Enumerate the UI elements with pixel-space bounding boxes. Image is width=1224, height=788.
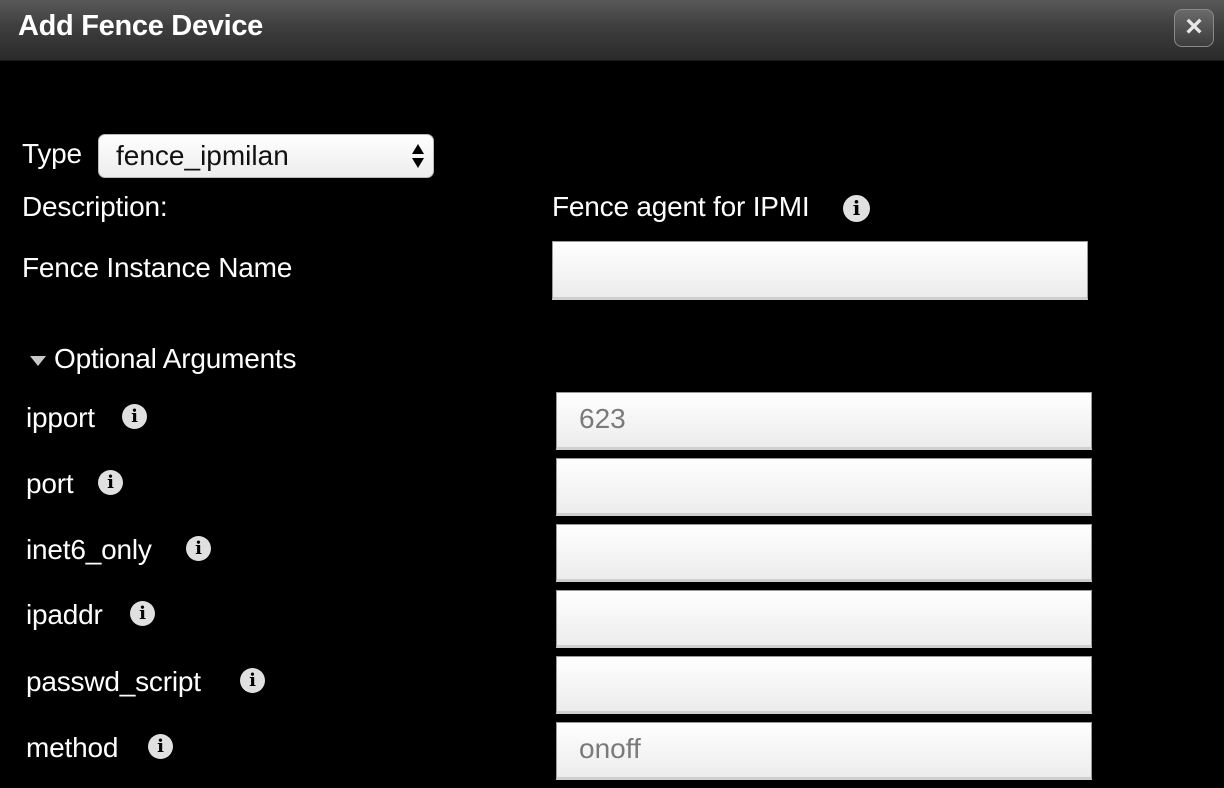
dialog-title: Add Fence Device [18, 10, 264, 42]
select-arrows-icon [412, 144, 424, 168]
method-info-icon[interactable]: i [148, 734, 173, 759]
instance-name-label: Fence Instance Name [22, 252, 293, 283]
ipaddr-info-icon[interactable]: i [130, 601, 155, 626]
close-icon: × [1185, 10, 1203, 43]
ipport-label: ipport [26, 402, 95, 433]
instance-name-input[interactable] [552, 241, 1088, 300]
ipport-info-icon[interactable]: i [122, 404, 147, 429]
inet6-only-info-icon[interactable]: i [186, 536, 211, 561]
passwd-script-info-icon[interactable]: i [240, 668, 265, 693]
ipaddr-label: ipaddr [26, 599, 103, 630]
type-select-value: fence_ipmilan [116, 140, 289, 171]
passwd-script-input[interactable] [556, 656, 1092, 714]
triangle-down-icon[interactable] [30, 356, 46, 366]
ipport-input[interactable]: 623 [556, 392, 1092, 450]
inet6-only-input[interactable] [556, 524, 1092, 582]
inet6-only-label: inet6_only [26, 534, 152, 565]
port-label: port [26, 468, 74, 499]
port-input[interactable] [556, 458, 1092, 516]
dialog-titlebar: Add Fence Device × [0, 0, 1224, 61]
type-select[interactable]: fence_ipmilan [98, 134, 434, 178]
method-input[interactable]: onoff [556, 722, 1092, 780]
ipaddr-input[interactable] [556, 590, 1092, 648]
description-info-icon[interactable]: i [843, 195, 870, 222]
passwd-script-label: passwd_script [26, 666, 201, 697]
description-value: Fence agent for IPMI [552, 191, 810, 222]
close-button[interactable]: × [1174, 9, 1214, 47]
method-label: method [26, 732, 119, 763]
port-info-icon[interactable]: i [98, 470, 123, 495]
optional-arguments-toggle[interactable]: Optional Arguments [54, 343, 297, 375]
description-label: Description: [22, 191, 168, 222]
type-label: Type [22, 138, 82, 169]
